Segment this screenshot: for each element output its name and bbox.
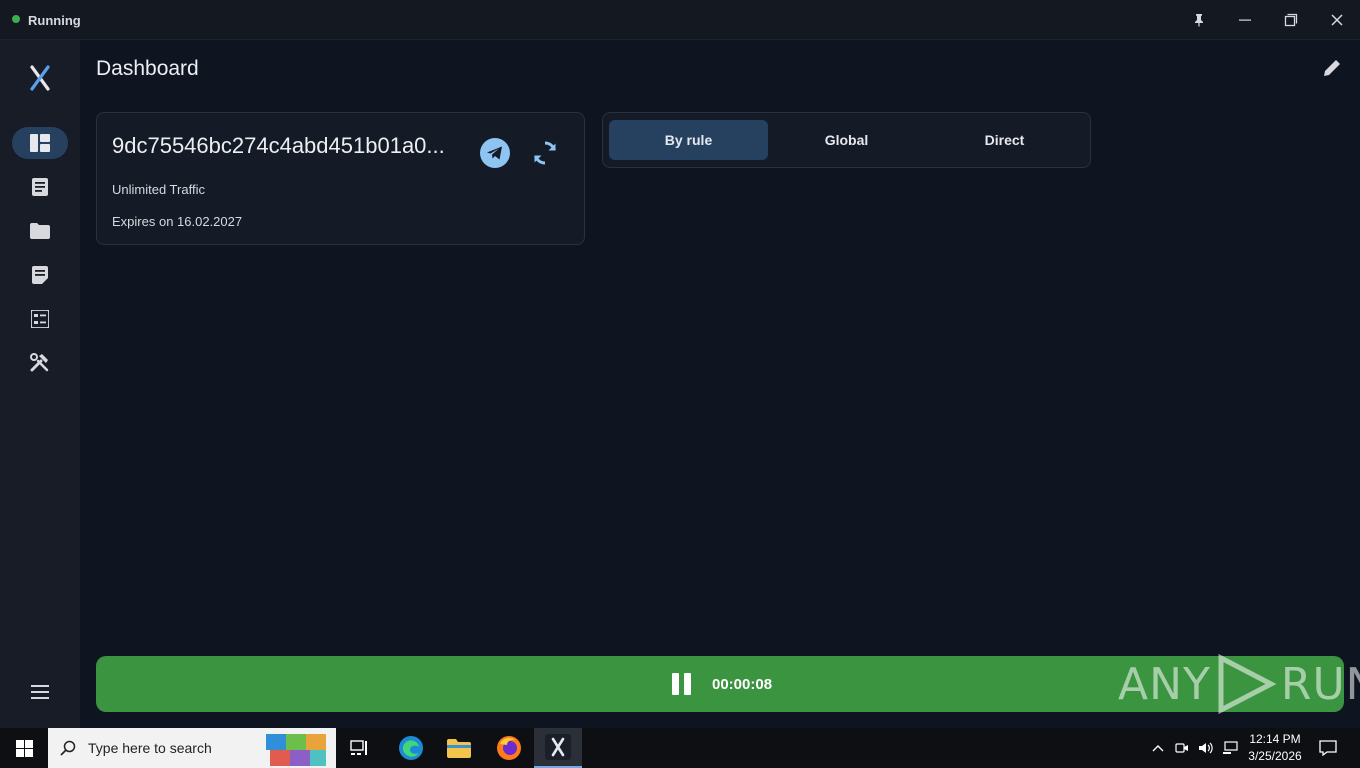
sidebar-item-dashboard[interactable] xyxy=(12,127,68,159)
camera-icon xyxy=(1175,743,1188,753)
refresh-button[interactable] xyxy=(528,136,562,170)
meet-now-button[interactable] xyxy=(1172,738,1192,758)
task-view-icon xyxy=(350,740,367,755)
pin-button[interactable] xyxy=(1176,0,1222,40)
clock-date: 3/25/2026 xyxy=(1248,749,1302,763)
network-button[interactable] xyxy=(1220,738,1240,758)
hamburger-icon xyxy=(31,685,49,699)
play-logo-icon xyxy=(1218,654,1277,714)
status-indicator-icon xyxy=(12,15,20,23)
maximize-button[interactable] xyxy=(1268,0,1314,40)
folder-icon xyxy=(447,739,471,758)
taskbar-clock[interactable]: 12:14 PM 3/25/2026 xyxy=(1244,731,1306,765)
x-app-taskbar-button[interactable] xyxy=(534,728,582,768)
sidebar-item-tools[interactable] xyxy=(12,347,68,379)
page-title: Dashboard xyxy=(96,57,199,80)
minimize-icon xyxy=(1239,19,1251,21)
notification-button[interactable] xyxy=(1318,738,1338,758)
telegram-button[interactable] xyxy=(480,138,510,168)
close-button[interactable] xyxy=(1314,0,1360,40)
pause-icon xyxy=(672,673,694,695)
mode-direct-button[interactable]: Direct xyxy=(925,120,1084,160)
taskbar: Type here to search 12:14 PM 3/25/2026 xyxy=(0,728,1360,768)
search-placeholder: Type here to search xyxy=(88,740,212,756)
puzzle-icon xyxy=(266,734,326,766)
profile-card[interactable]: 9dc75546bc274c4abd451b01a0... Unlimited … xyxy=(96,112,585,245)
profile-name: 9dc75546bc274c4abd451b01a0... xyxy=(112,133,445,158)
folder-icon xyxy=(30,223,50,239)
x-logo-icon xyxy=(20,58,60,98)
sidebar-item-folder[interactable] xyxy=(12,215,68,247)
windows-icon xyxy=(15,739,33,757)
mode-by-rule-button[interactable]: By rule xyxy=(609,120,768,160)
notes-icon xyxy=(32,266,48,284)
main-content: Dashboard 9dc75546bc274c4abd451b01a0... … xyxy=(80,40,1360,728)
checklist-icon xyxy=(31,310,49,328)
sidebar-item-checklist[interactable] xyxy=(12,303,68,335)
pin-icon xyxy=(1195,14,1203,27)
start-button[interactable] xyxy=(0,728,48,768)
search-icon xyxy=(60,740,76,756)
connection-timer: 00:00:08 xyxy=(712,676,773,693)
status-text: Running xyxy=(28,13,81,28)
edit-button[interactable] xyxy=(1318,54,1346,82)
edge-taskbar-button[interactable] xyxy=(387,728,435,768)
tray-overflow-button[interactable] xyxy=(1148,738,1168,758)
expiry-text: Expires on 16.02.2027 xyxy=(112,214,243,229)
refresh-icon xyxy=(534,141,556,165)
chevron-up-icon xyxy=(1152,745,1164,752)
taskbar-search-box[interactable]: Type here to search xyxy=(48,728,336,768)
edge-icon xyxy=(399,736,423,760)
menu-button[interactable] xyxy=(20,677,60,707)
maximize-icon xyxy=(1284,13,1298,27)
notification-icon xyxy=(1319,740,1337,756)
speaker-icon xyxy=(1199,742,1213,754)
minimize-button[interactable] xyxy=(1222,0,1268,40)
traffic-text: Unlimited Traffic xyxy=(112,182,205,197)
clock-time: 12:14 PM xyxy=(1249,732,1301,746)
file-explorer-taskbar-button[interactable] xyxy=(435,728,483,768)
telegram-icon xyxy=(480,138,510,168)
sidebar xyxy=(0,40,80,728)
mode-selector: By rule Global Direct xyxy=(602,112,1091,168)
firefox-taskbar-button[interactable] xyxy=(485,728,533,768)
network-icon xyxy=(1223,741,1238,754)
document-icon xyxy=(32,178,48,196)
pencil-icon xyxy=(1324,60,1340,76)
dashboard-icon xyxy=(30,134,50,152)
x-logo-icon xyxy=(545,734,571,760)
close-icon xyxy=(1331,14,1343,26)
mode-global-button[interactable]: Global xyxy=(767,120,926,160)
volume-button[interactable] xyxy=(1196,738,1216,758)
title-bar: Running xyxy=(0,0,1360,40)
tools-icon xyxy=(30,353,49,372)
sidebar-item-document[interactable] xyxy=(12,171,68,203)
firefox-icon xyxy=(497,736,521,760)
anyrun-watermark: ANY RUN xyxy=(1118,654,1360,714)
task-view-button[interactable] xyxy=(336,728,384,768)
sidebar-item-notes[interactable] xyxy=(12,259,68,291)
connection-toggle-bar[interactable]: 00:00:08 ANY RUN xyxy=(96,654,1360,714)
